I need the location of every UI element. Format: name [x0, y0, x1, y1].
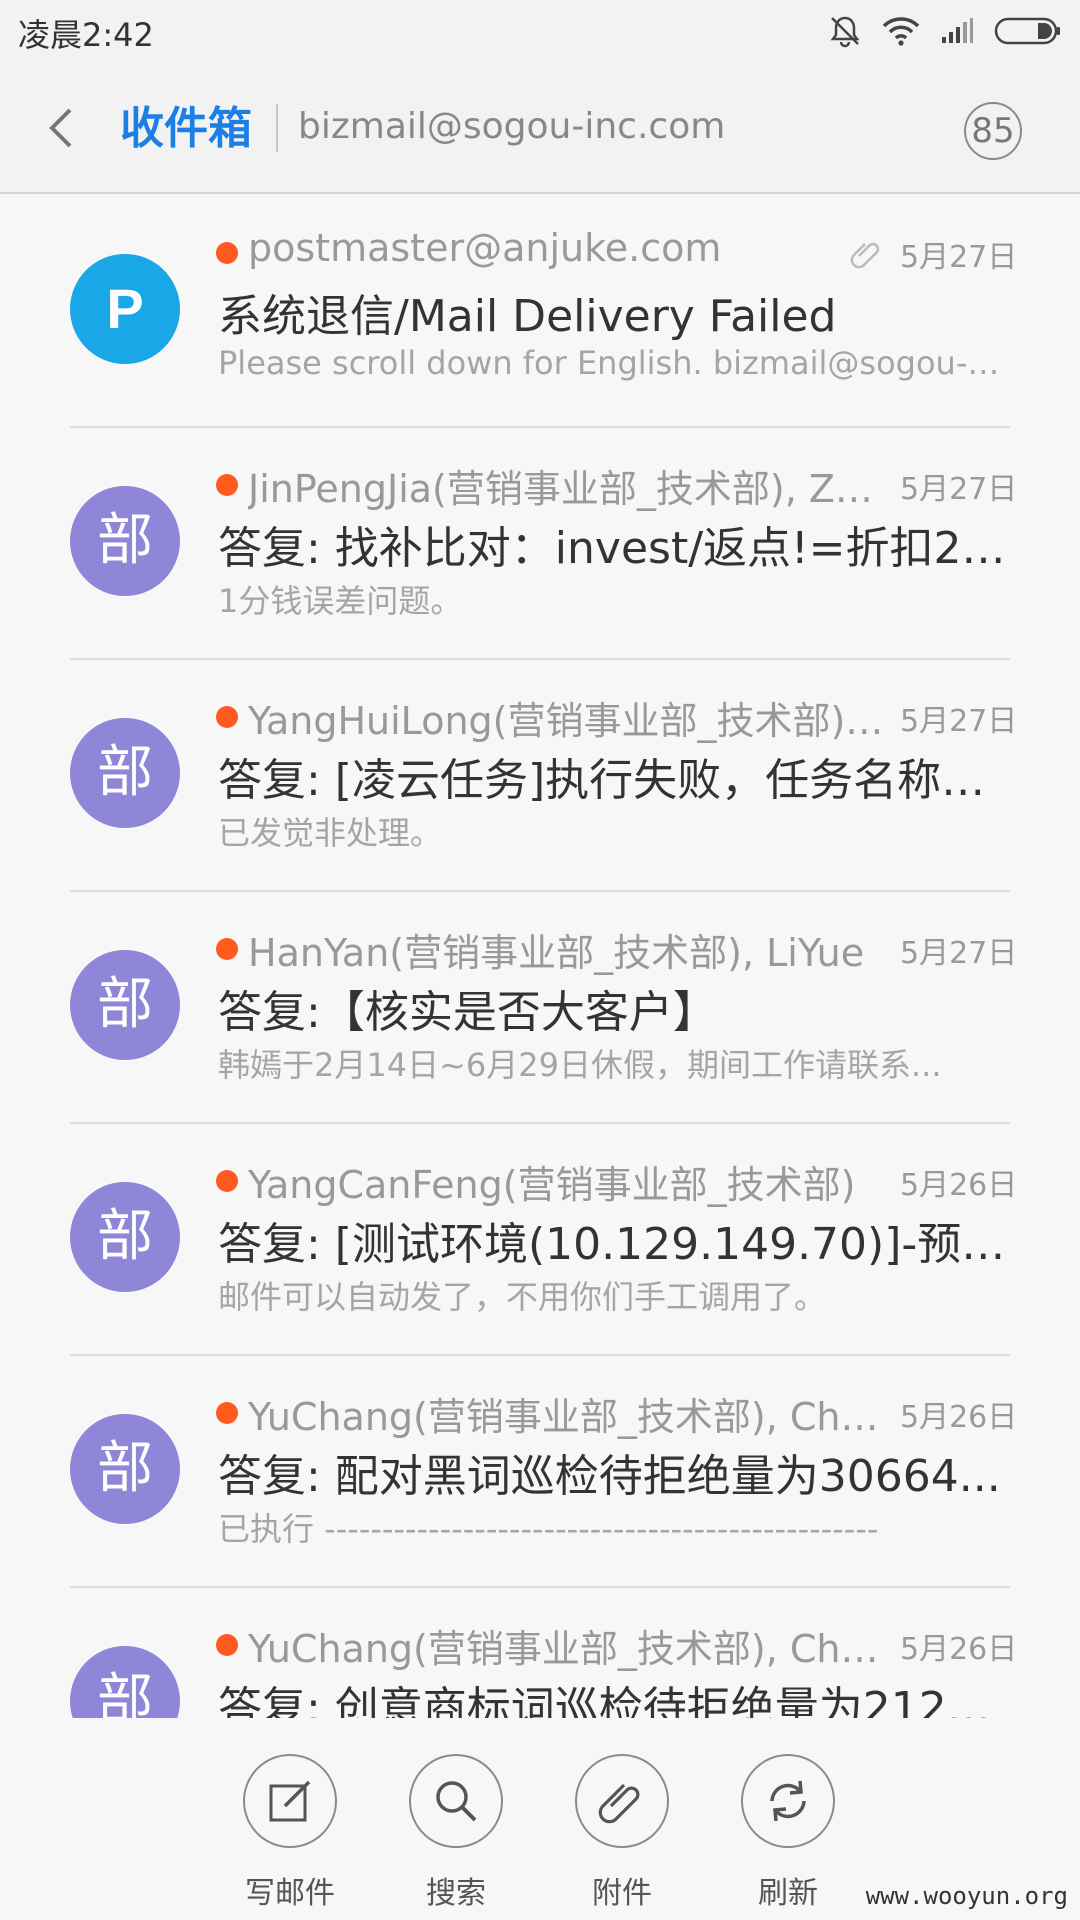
mail-sender: YangCanFeng(营销事业部_技术部) — [248, 1163, 856, 1207]
mail-item[interactable]: 部 YangHuiLong(营销事业部_技术部), Li 5月27日 答复: [… — [0, 660, 1080, 892]
unread-dot — [216, 1402, 238, 1424]
avatar: 部 — [70, 1646, 180, 1718]
mail-date: 5月26日 — [900, 1168, 1018, 1203]
back-button[interactable] — [40, 98, 90, 158]
mail-date: 5月27日 — [900, 240, 1018, 275]
avatar: 部 — [70, 1182, 180, 1292]
header-divider — [276, 104, 278, 152]
mail-sender: JinPengJia(营销事业部_技术部), ZhangXiao — [248, 467, 888, 511]
mail-item[interactable]: 部 YangCanFeng(营销事业部_技术部) 5月26日 答复: [测试环境… — [0, 1124, 1080, 1356]
mail-sender: postmaster@anjuke.com — [248, 226, 722, 270]
status-icons — [828, 14, 1062, 48]
compose-icon — [243, 1754, 337, 1848]
mail-date: 5月26日 — [900, 1632, 1018, 1667]
mail-preview: 韩嫣于2月14日~6月29日休假，期间工作请联系... — [218, 1046, 942, 1084]
avatar: 部 — [70, 950, 180, 1060]
attachments-label: 附件 — [592, 1876, 652, 1911]
search-label: 搜索 — [426, 1876, 486, 1911]
mail-date: 5月26日 — [900, 1400, 1018, 1435]
mail-date: 5月27日 — [900, 472, 1018, 507]
mail-date: 5月27日 — [900, 936, 1018, 971]
unread-dot — [216, 242, 238, 264]
battery-icon — [994, 16, 1062, 46]
mail-subject: 答复: 创意商标词巡检待拒绝量为2126... — [218, 1683, 1008, 1718]
mail-preview: Please scroll down for English. bizmail@… — [218, 344, 1004, 382]
unread-dot — [216, 474, 238, 496]
mail-item[interactable]: 部 HanYan(营销事业部_技术部), LiYue 5月27日 答复:【核实是… — [0, 892, 1080, 1124]
avatar: 部 — [70, 718, 180, 828]
back-arrow-icon — [40, 108, 80, 162]
wifi-icon — [882, 16, 920, 46]
mail-item[interactable]: 部 YuChang(营销事业部_技术部), ChenQi 5月26日 答复: 创… — [0, 1588, 1080, 1718]
mail-subject: 答复: 找补比对：invest/返点!=折扣2016 — [218, 523, 1008, 574]
mail-subject: 答复:【核实是否大客户】 — [218, 987, 717, 1038]
mail-item[interactable]: 部 JinPengJia(营销事业部_技术部), ZhangXiao 5月27日… — [0, 428, 1080, 660]
mail-sender: YuChang(营销事业部_技术部), ChenQi — [248, 1395, 888, 1439]
bell-muted-icon — [828, 14, 862, 48]
unread-dot — [216, 1170, 238, 1192]
watermark: www.wooyun.org — [865, 1882, 1068, 1910]
attachment-icon — [850, 236, 884, 270]
refresh-button[interactable]: 刷新 — [728, 1754, 848, 1912]
search-icon — [409, 1754, 503, 1848]
inbox-header: 收件箱 bizmail@sogou-inc.com 85 — [0, 62, 1080, 194]
mail-preview: 邮件可以自动发了，不用你们手工调用了。 — [218, 1278, 827, 1316]
mail-item[interactable]: P postmaster@anjuke.com 5月27日 系统退信/Mail … — [0, 196, 1080, 428]
unread-dot — [216, 938, 238, 960]
mail-item[interactable]: 部 YuChang(营销事业部_技术部), ChenQi 5月26日 答复: 配… — [0, 1356, 1080, 1588]
mail-date: 5月27日 — [900, 704, 1018, 739]
compose-button[interactable]: 写邮件 — [230, 1754, 350, 1912]
attachments-button[interactable]: 附件 — [562, 1754, 682, 1912]
mail-subject: 答复: [测试环境(10.129.149.70)]-预算告警 — [218, 1219, 1008, 1270]
paperclip-icon — [575, 1754, 669, 1848]
status-bar: 凌晨2:42 — [0, 0, 1080, 62]
mail-subject: 答复: 配对黑词巡检待拒绝量为30664... — [218, 1451, 1001, 1502]
avatar: 部 — [70, 1414, 180, 1524]
signal-icon — [940, 17, 974, 45]
avatar: P — [70, 254, 180, 364]
unread-dot — [216, 706, 238, 728]
refresh-label: 刷新 — [758, 1876, 818, 1911]
mail-preview: 1分钱误差问题。 — [218, 582, 463, 620]
mail-preview: 已发觉非处理。 — [218, 814, 443, 852]
mail-sender: YangHuiLong(营销事业部_技术部), Li — [248, 699, 888, 743]
page-title[interactable]: 收件箱 — [120, 92, 252, 156]
mail-subject: 答复: [凌云任务]执行失败，任务名称：invest — [218, 755, 1008, 806]
mail-preview: 已执行 ------------------------------------… — [218, 1510, 879, 1548]
avatar: 部 — [70, 486, 180, 596]
mail-list[interactable]: P postmaster@anjuke.com 5月27日 系统退信/Mail … — [0, 196, 1080, 1718]
bottom-toolbar: 写邮件 搜索 附件 刷新 www.wooyun.org — [0, 1718, 1080, 1920]
refresh-icon — [741, 1754, 835, 1848]
account-email: bizmail@sogou-inc.com — [298, 106, 726, 147]
status-time: 凌晨2:42 — [18, 16, 154, 54]
mail-sender: YuChang(营销事业部_技术部), ChenQi — [248, 1627, 888, 1671]
mail-sender: HanYan(营销事业部_技术部), LiYue — [248, 931, 865, 975]
mail-subject: 系统退信/Mail Delivery Failed — [218, 291, 837, 342]
unread-dot — [216, 1634, 238, 1656]
mail-count-badge[interactable]: 85 — [964, 102, 1022, 160]
search-button[interactable]: 搜索 — [396, 1754, 516, 1912]
compose-label: 写邮件 — [245, 1876, 335, 1911]
